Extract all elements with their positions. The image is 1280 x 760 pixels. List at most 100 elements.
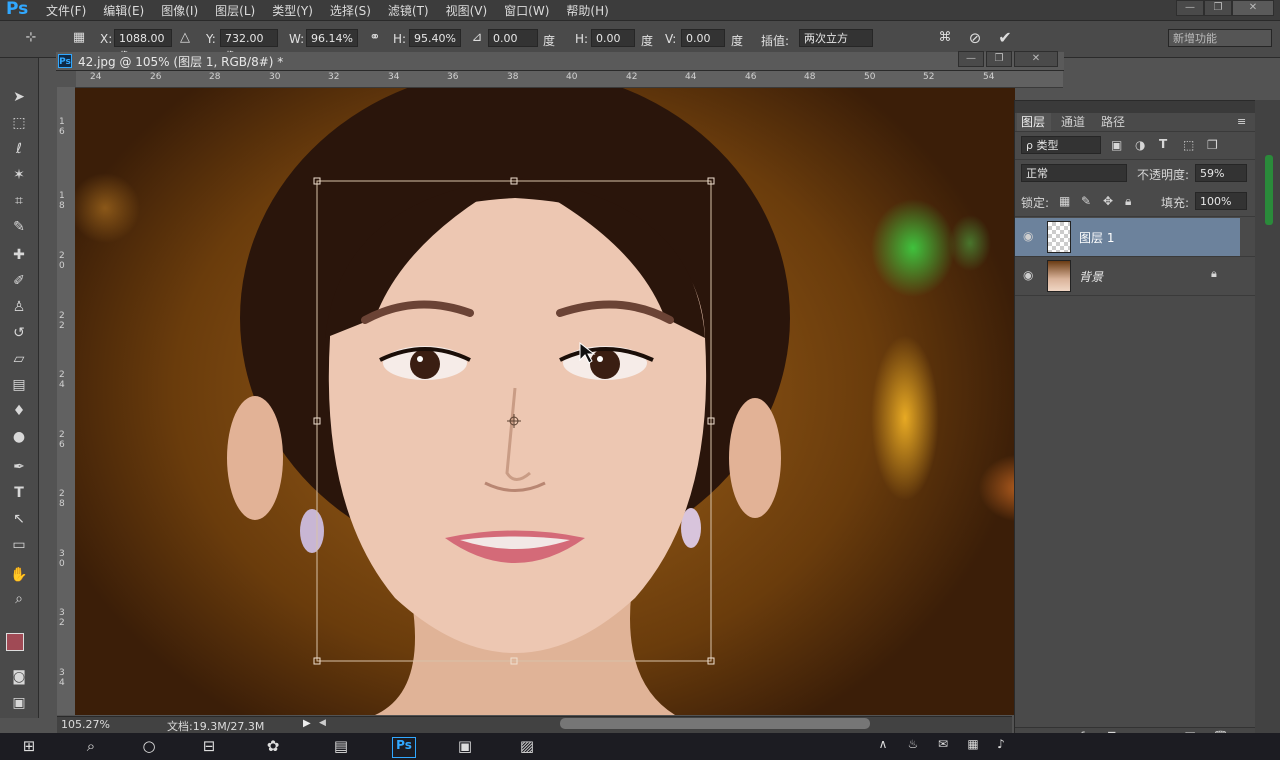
menu-image[interactable]: 图像(I) [161, 2, 198, 19]
lock-position-icon[interactable]: ✥ [1103, 194, 1113, 208]
commit-transform-icon[interactable]: ✔ [996, 29, 1014, 47]
vertical-ruler[interactable]: 16 18 20 22 24 26 28 30 32 34 [57, 87, 76, 715]
dodge-tool-icon[interactable]: ● [8, 426, 30, 448]
app-close-button[interactable]: ✕ [1232, 0, 1274, 16]
lock-pixels-icon[interactable]: ✎ [1081, 194, 1091, 208]
marquee-tool-icon[interactable]: ⬚ [8, 112, 30, 134]
menu-view[interactable]: 视图(V) [446, 2, 488, 19]
layer-row-layer1[interactable]: ◉ 图层 1 [1015, 218, 1240, 256]
width-input[interactable]: 96.14% [306, 29, 358, 47]
tray-app-icon[interactable]: ✉ [932, 737, 954, 756]
layer-name[interactable]: 图层 1 [1079, 229, 1114, 246]
eyedropper-icon[interactable]: ✎ [8, 216, 30, 238]
photoshop-taskbar-icon[interactable]: Ps [392, 737, 416, 758]
layer-filter-select[interactable]: ρ 类型 [1021, 136, 1101, 154]
rectangle-tool-icon[interactable]: ▭ [8, 534, 30, 556]
windows-start-icon[interactable]: ⊞ [18, 737, 40, 756]
horizontal-ruler[interactable]: 24 26 28 30 32 34 36 38 40 42 44 46 48 5… [76, 71, 1063, 88]
cortana-icon[interactable]: ○ [138, 737, 160, 756]
zoom-tool-icon[interactable]: ⌕ [8, 588, 30, 610]
vskew-input[interactable]: 0.00 [681, 29, 725, 47]
interpolation-select[interactable]: 两次立方 [799, 29, 873, 47]
lock-all-icon[interactable]: 🔒︎ [1125, 194, 1131, 209]
y-input[interactable]: 732.00 像 [220, 29, 278, 63]
lock-transparent-icon[interactable]: ▦ [1059, 194, 1070, 208]
tab-layers[interactable]: 图层 [1021, 113, 1045, 130]
eraser-tool-icon[interactable]: ▱ [8, 348, 30, 370]
tray-network-icon[interactable]: ♨ [902, 737, 924, 756]
app-pinwheel-icon[interactable]: ✿ [262, 737, 284, 756]
document-canvas[interactable] [75, 88, 1015, 715]
angle-input[interactable]: 0.00 [488, 29, 538, 47]
doc-restore-button[interactable]: ❐ [986, 51, 1012, 67]
layer-row-background[interactable]: ◉ 背景 🔒︎ [1015, 257, 1240, 295]
filter-type-icon[interactable]: T [1159, 137, 1167, 151]
doc-minimize-button[interactable]: — [958, 51, 984, 67]
filter-adjustment-icon[interactable]: ◑ [1135, 138, 1145, 152]
cancel-transform-icon[interactable]: ⊘ [966, 29, 984, 47]
magic-wand-icon[interactable]: ✶ [8, 164, 30, 186]
height-input[interactable]: 95.40% [409, 29, 461, 47]
app-taskbar-icon[interactable]: ▣ [454, 737, 476, 756]
hskew-input[interactable]: 0.00 [591, 29, 635, 47]
filter-pixel-icon[interactable]: ▣ [1111, 138, 1122, 152]
healing-brush-icon[interactable]: ✚ [8, 244, 30, 266]
hand-tool-icon[interactable]: ✋ [8, 564, 30, 586]
search-icon[interactable]: ⌕ [80, 737, 102, 756]
scroll-left-arrow-icon[interactable]: ◀ [319, 718, 326, 728]
delta-icon[interactable]: △ [176, 29, 194, 47]
horizontal-scrollbar[interactable] [560, 718, 870, 729]
menu-layer[interactable]: 图层(L) [215, 2, 255, 19]
link-icon[interactable]: ⚭ [366, 29, 384, 47]
fill-input[interactable]: 100% [1195, 192, 1247, 210]
x-input[interactable]: 1088.00 像 [114, 29, 172, 63]
photo-viewer-icon[interactable]: ▨ [516, 737, 538, 756]
app-restore-button[interactable]: ❐ [1204, 0, 1232, 16]
path-select-icon[interactable]: ↖ [8, 508, 30, 530]
panel-header[interactable] [1015, 101, 1255, 113]
panel-menu-icon[interactable]: ≡ [1237, 115, 1246, 128]
move-tool-icon[interactable]: ➤ [8, 86, 30, 108]
quick-mask-icon[interactable]: ◙ [8, 666, 30, 688]
lasso-tool-icon[interactable]: ℓ [8, 138, 30, 160]
menu-type[interactable]: 类型(Y) [272, 2, 313, 19]
screen-mode-icon[interactable]: ▣ [8, 692, 30, 714]
app-minimize-button[interactable]: — [1176, 0, 1204, 16]
task-view-icon[interactable]: ⊟ [198, 737, 220, 756]
stamp-tool-icon[interactable]: ♙ [8, 296, 30, 318]
brush-tool-icon[interactable]: ✐ [8, 270, 30, 292]
transform-tool-icon[interactable]: ⊹ [22, 29, 40, 47]
menu-select[interactable]: 选择(S) [330, 2, 371, 19]
opacity-input[interactable]: 59% [1195, 164, 1247, 182]
tab-paths[interactable]: 路径 [1101, 113, 1125, 130]
menu-edit[interactable]: 编辑(E) [103, 2, 144, 19]
history-brush-icon[interactable]: ↺ [8, 322, 30, 344]
type-tool-icon[interactable]: T [8, 482, 30, 504]
reference-point-icon[interactable]: ▦ [70, 29, 88, 47]
layer-lock-icon[interactable]: 🔒︎ [1211, 267, 1217, 281]
tray-expand-icon[interactable]: ∧ [872, 737, 894, 756]
status-menu-arrow-icon[interactable]: ▶ [303, 718, 311, 729]
zoom-level[interactable]: 105.27% [61, 718, 110, 731]
menu-window[interactable]: 窗口(W) [504, 2, 549, 19]
menu-help[interactable]: 帮助(H) [566, 2, 608, 19]
workspace-select[interactable]: 新增功能 [1168, 29, 1272, 47]
menu-file[interactable]: 文件(F) [46, 2, 86, 19]
tab-channels[interactable]: 通道 [1061, 113, 1085, 130]
gradient-tool-icon[interactable]: ▤ [8, 374, 30, 396]
warp-mode-icon[interactable]: ⌘ [936, 29, 954, 47]
filter-smart-object-icon[interactable]: ❐ [1207, 138, 1218, 152]
foreground-color-swatch[interactable] [6, 633, 24, 651]
visibility-eye-icon[interactable]: ◉ [1023, 268, 1033, 282]
file-explorer-icon[interactable]: ▤ [330, 737, 352, 756]
blur-tool-icon[interactable]: ♦ [8, 400, 30, 422]
filter-shape-icon[interactable]: ⬚ [1183, 138, 1194, 152]
layer-name[interactable]: 背景 [1079, 268, 1103, 285]
visibility-eye-icon[interactable]: ◉ [1023, 229, 1033, 243]
tray-volume-icon[interactable]: ♪ [990, 737, 1012, 756]
crop-tool-icon[interactable]: ⌗ [8, 190, 30, 212]
pen-tool-icon[interactable]: ✒ [8, 456, 30, 478]
tray-notification-icon[interactable]: ▦ [962, 737, 984, 756]
blend-mode-select[interactable]: 正常 [1021, 164, 1127, 182]
doc-close-button[interactable]: ✕ [1014, 51, 1058, 67]
